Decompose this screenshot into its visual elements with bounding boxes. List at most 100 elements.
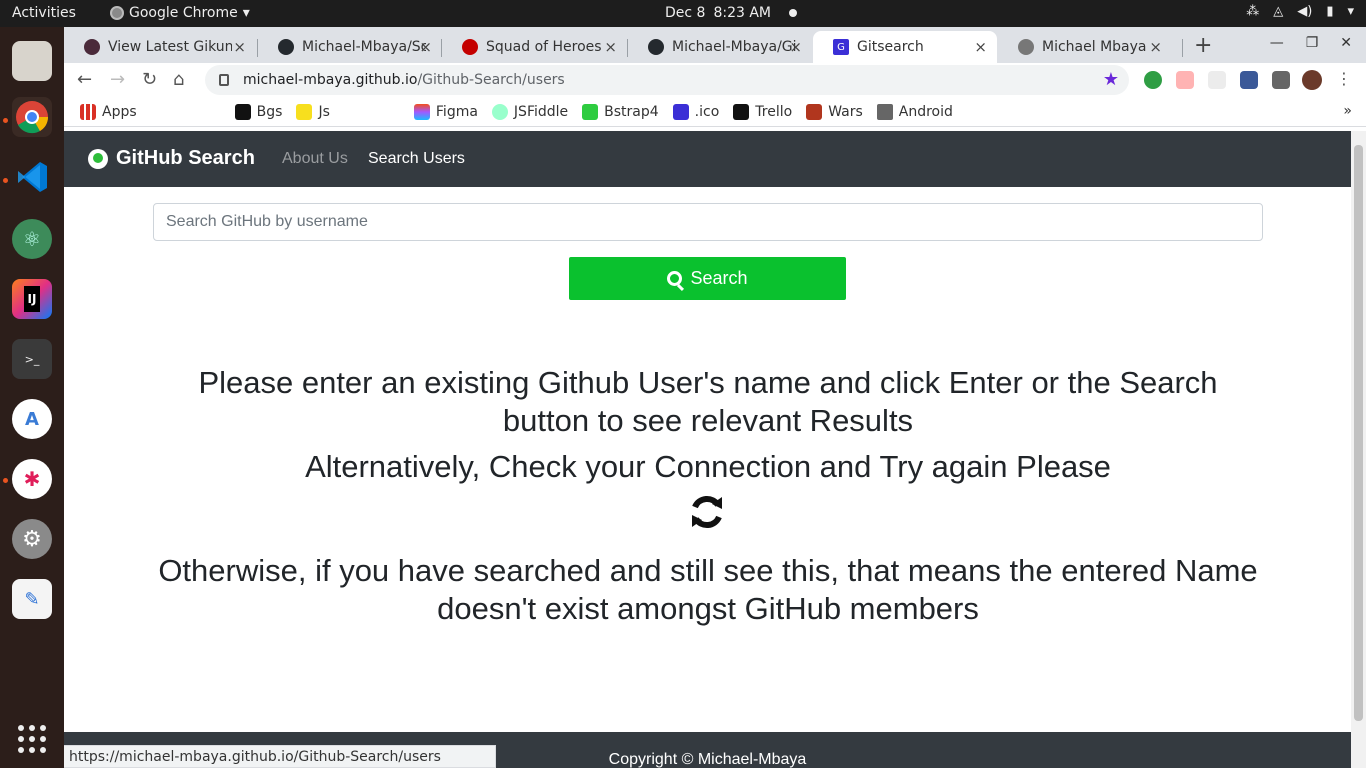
bootstrap-icon [582, 103, 599, 120]
tab-michael-mbaya[interactable]: Michael Mbaya × [998, 31, 1172, 63]
close-tab-icon[interactable]: × [604, 38, 617, 56]
clock-date: Dec 8 [665, 5, 706, 21]
activities-button[interactable]: Activities [12, 5, 76, 21]
text-editor-icon[interactable]: ✎ [12, 579, 52, 619]
slack-tray-icon: ⁂ [1246, 4, 1260, 19]
bookmark-star-icon[interactable]: ★ [1103, 69, 1119, 90]
minimize-icon[interactable]: — [1270, 35, 1284, 51]
bookmark-jsfiddle[interactable]: JSFiddle [491, 103, 569, 120]
trello-icon [733, 103, 750, 120]
more-bookmarks-icon[interactable]: » [1343, 103, 1352, 119]
show-apps-icon[interactable] [18, 725, 46, 753]
puzzle-icon[interactable] [1272, 71, 1290, 89]
url-path: /Github-Search/users [417, 72, 565, 88]
tab-squad-of-heroes[interactable]: Squad of Heroes × [442, 31, 627, 63]
notification-dot [789, 9, 797, 17]
extension-icon[interactable] [1176, 71, 1194, 89]
page-scrollbar[interactable] [1351, 131, 1366, 768]
close-tab-icon[interactable]: × [419, 38, 432, 56]
github-icon [648, 39, 664, 55]
tab-title: Michael-Mbaya/Sc [302, 39, 426, 55]
navbar-brand[interactable]: GitHub Search [88, 147, 255, 170]
bookmark-label: Apps [102, 103, 137, 120]
files-icon[interactable] [12, 41, 52, 81]
bookmark-label: Figma [435, 103, 478, 120]
nav-search-users[interactable]: Search Users [368, 150, 465, 168]
browser-toolbar: ← → ↻ ⌂ michael-mbaya.github.io /Github-… [64, 63, 1366, 97]
window-controls: — ❐ ✕ [1270, 35, 1352, 51]
close-tab-icon[interactable]: × [1149, 38, 1162, 56]
new-tab-button[interactable]: + [1194, 33, 1212, 58]
scrollbar-thumb[interactable] [1354, 145, 1363, 721]
bookmark-label: JSFiddle [513, 103, 569, 120]
bookmark-icon [234, 103, 251, 120]
vscode-icon[interactable] [12, 157, 52, 197]
maximize-icon[interactable]: ❐ [1306, 35, 1319, 51]
bookmark-ico[interactable]: .ico [672, 103, 719, 120]
close-tab-icon[interactable]: × [789, 38, 802, 56]
app-menu[interactable]: Google Chrome ▾ [110, 5, 250, 21]
system-tray[interactable]: ⁂ ◬ ◀) ▮ ▾ [1246, 4, 1354, 19]
chrome-icon [110, 6, 124, 20]
intellij-icon[interactable]: IJ [12, 279, 52, 319]
tab-title: Squad of Heroes [486, 39, 602, 55]
not-found-message: Otherwise, if you have searched and stil… [158, 553, 1258, 626]
nav-about-us[interactable]: About Us [282, 150, 348, 168]
home-icon[interactable]: ⌂ [173, 69, 184, 90]
tab-michael-mbaya-gi[interactable]: Michael-Mbaya/Gi × [628, 31, 812, 63]
close-tab-icon[interactable]: × [233, 38, 246, 56]
close-tab-icon[interactable]: × [974, 38, 987, 56]
clock[interactable]: Dec 8 8:23 AM [665, 5, 797, 21]
bookmark-js[interactable]: Js [296, 103, 330, 120]
bookmark-android[interactable]: Android [876, 103, 953, 120]
reload-icon[interactable]: ↻ [142, 69, 157, 90]
extension-icon[interactable] [1240, 71, 1258, 89]
window-close-icon[interactable]: ✕ [1340, 35, 1352, 51]
page-viewport: GitHub Search About Us Search Users Sear… [64, 131, 1351, 768]
bookmark-trello[interactable]: Trello [733, 103, 793, 120]
shield-extension-icon[interactable] [1144, 71, 1162, 89]
search-input[interactable] [153, 203, 1263, 241]
chrome-dock-icon[interactable] [12, 97, 52, 137]
tab-title: Gitsearch [857, 39, 924, 55]
apps-grid-icon [80, 103, 96, 120]
tab-michael-mbaya-sc[interactable]: Michael-Mbaya/Sc × [258, 31, 442, 63]
app-name: Google Chrome [129, 5, 238, 21]
address-bar[interactable]: michael-mbaya.github.io /Github-Search/u… [205, 65, 1129, 95]
search-button-label: Search [690, 268, 748, 288]
back-icon[interactable]: ← [77, 69, 92, 90]
bookmark-bgs[interactable]: Bgs [234, 103, 282, 120]
dock: ⚛ IJ >_ A ✱ ⚙ ✎ [0, 27, 64, 768]
url-host: michael-mbaya.github.io [243, 72, 418, 88]
json-extension-icon[interactable] [1208, 71, 1226, 89]
android-studio-glyph-icon: A [25, 408, 39, 430]
running-indicator [3, 118, 8, 123]
tab-title: Michael-Mbaya/Gi [672, 39, 796, 55]
instruction-message: Please enter an existing Github User's n… [198, 365, 1218, 438]
bookmark-apps[interactable]: Apps [80, 103, 137, 120]
tab-gikundi[interactable]: View Latest Gikundi × [64, 31, 256, 63]
atom-icon[interactable]: ⚛ [12, 219, 52, 259]
forward-icon[interactable]: → [110, 69, 125, 90]
android-studio-icon[interactable]: A [12, 399, 52, 439]
slack-icon[interactable]: ✱ [12, 459, 52, 499]
chrome-logo-icon [16, 101, 49, 134]
bookmark-bstrap4[interactable]: Bstrap4 [582, 103, 659, 120]
bookmark-label: Android [898, 103, 953, 120]
kebab-menu-icon[interactable]: ⋮ [1336, 69, 1352, 88]
avatar[interactable] [1302, 70, 1322, 90]
settings-icon[interactable]: ⚙ [12, 519, 52, 559]
bookmark-label: Trello [755, 103, 793, 120]
folder-icon [876, 103, 893, 120]
shield-favicon-icon [462, 39, 478, 55]
terminal-icon[interactable]: >_ [12, 339, 52, 379]
figma-icon [413, 103, 430, 120]
bookmark-label: Wars [828, 103, 863, 120]
bookmark-label: Js [318, 103, 330, 120]
terminal-prompt-icon: >_ [24, 352, 40, 366]
search-button[interactable]: Search [569, 257, 846, 300]
bookmark-wars[interactable]: Wars [806, 103, 863, 120]
tab-gitsearch[interactable]: G Gitsearch × [813, 31, 997, 63]
chevron-down-icon: ▾ [1347, 4, 1354, 19]
bookmark-figma[interactable]: Figma [413, 103, 478, 120]
